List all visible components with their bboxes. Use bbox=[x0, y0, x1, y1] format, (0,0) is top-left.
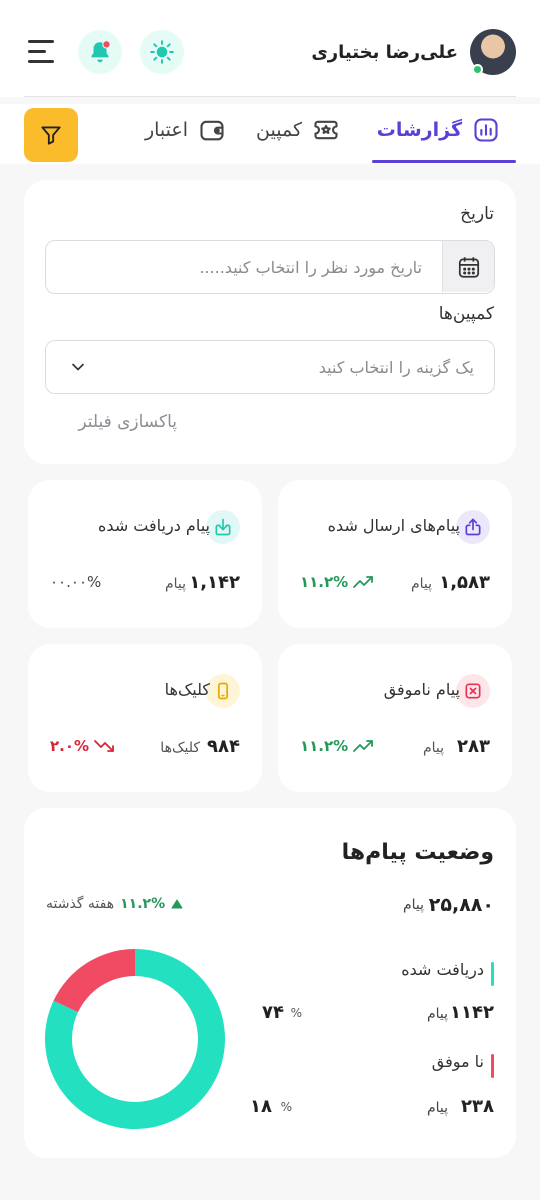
stat-card-clicks: کلیک‌ها ۹۸۴ کلیک‌ها ۲.۰% bbox=[28, 644, 262, 792]
stat-title: کلیک‌ها bbox=[164, 680, 210, 699]
stat-change-value: ۲.۰% bbox=[50, 737, 90, 755]
trend-up-icon bbox=[353, 576, 374, 588]
menu-line bbox=[28, 60, 54, 63]
stat-card-received: پیام دریافت شده ۱,۱۴۲ پیام ۰۰.۰۰% bbox=[28, 480, 262, 628]
menu-line bbox=[28, 40, 54, 43]
stat-icon-wrap bbox=[206, 510, 240, 544]
tab-label: گزارشات bbox=[376, 119, 462, 141]
stat-change-value: ۰۰.۰۰% bbox=[50, 573, 102, 591]
legend-unit: پیام bbox=[426, 1006, 448, 1022]
stat-change: ۱۱.۲% bbox=[300, 573, 376, 591]
stat-icon-wrap bbox=[456, 674, 490, 708]
legend-label: نا موفق bbox=[431, 1052, 484, 1071]
legend-color-bar bbox=[491, 1054, 494, 1078]
menu-line bbox=[28, 50, 46, 53]
download-icon bbox=[215, 518, 231, 536]
week-change: ۱۱.۲% هفته گذشته bbox=[46, 896, 183, 912]
header-divider bbox=[24, 96, 516, 97]
tab-label: کمپین bbox=[256, 119, 302, 141]
total-unit: پیام bbox=[402, 897, 424, 913]
campaign-placeholder: یک گزینه را انتخاب کنید bbox=[318, 357, 474, 377]
legend-item-failed: نا موفق bbox=[431, 1052, 494, 1078]
stat-title: پیام ناموفق bbox=[383, 680, 460, 699]
message-status-card: وضعیت پیام‌ها ۲۵,۸۸۰ پیام ۱۱.۲% هفته گذش… bbox=[24, 808, 516, 1158]
stat-change: ۲.۰% bbox=[50, 737, 117, 755]
stat-unit: پیام bbox=[164, 576, 186, 592]
wallet-icon bbox=[200, 120, 224, 141]
stat-unit: کلیک‌ها bbox=[160, 740, 200, 756]
top-bar: علی‌رضا بختیاری bbox=[0, 0, 540, 97]
stat-change-value: ۱۱.۲% bbox=[300, 737, 349, 755]
hamburger-menu-button[interactable] bbox=[28, 40, 54, 64]
total-value: ۲۵,۸۸۰ bbox=[428, 894, 494, 916]
filter-button[interactable] bbox=[24, 108, 78, 162]
stat-card-sent: پیام‌های ارسال شده ۱,۵۸۳ پیام ۱۱.۲% bbox=[278, 480, 512, 628]
bell-icon bbox=[91, 40, 111, 63]
week-change-label: هفته گذشته bbox=[46, 896, 115, 912]
date-label: تاریخ bbox=[460, 204, 494, 224]
stat-card-failed: پیام ناموفق ۲۸۳ پیام ۱۱.۲% bbox=[278, 644, 512, 792]
user-profile[interactable]: علی‌رضا بختیاری bbox=[311, 29, 516, 75]
clear-filter-button[interactable]: پاکسازی فیلتر bbox=[78, 412, 177, 432]
legend-percent: ۷۴ bbox=[262, 1002, 284, 1023]
legend-label: دریافت شده bbox=[401, 960, 484, 979]
date-placeholder: تاریخ مورد نظر را انتخاب کنید..... bbox=[199, 257, 422, 277]
trend-down-icon bbox=[94, 740, 114, 752]
stat-icon-wrap bbox=[456, 510, 490, 544]
chevron-down-icon bbox=[72, 363, 84, 371]
active-tab-indicator bbox=[372, 160, 516, 163]
stat-value: ۱,۱۴۲ bbox=[189, 572, 240, 593]
chart-icon bbox=[474, 118, 498, 142]
tab-reports[interactable]: گزارشات bbox=[377, 116, 500, 144]
donut-slice-failed bbox=[53, 949, 135, 1013]
legend-item-received: دریافت شده bbox=[401, 960, 494, 986]
sun-icon bbox=[150, 40, 174, 64]
status-donut-chart bbox=[45, 949, 225, 1129]
calendar-button[interactable] bbox=[442, 241, 494, 292]
legend-unit: پیام bbox=[426, 1100, 448, 1116]
tab-label: اعتبار bbox=[144, 119, 188, 141]
stat-change: ۰۰.۰۰% bbox=[50, 573, 101, 591]
stat-change-value: ۱۱.۲% bbox=[300, 573, 349, 591]
stat-change: ۱۱.۲% bbox=[300, 737, 376, 755]
stat-title: پیام‌های ارسال شده bbox=[327, 516, 460, 535]
stat-value: ۱,۵۸۳ bbox=[439, 572, 490, 593]
stat-value: ۲۸۳ bbox=[457, 736, 490, 757]
legend-value: ۲۳۸ bbox=[461, 1096, 494, 1117]
week-change-value: ۱۱.۲% bbox=[120, 896, 166, 912]
date-field[interactable]: تاریخ مورد نظر را انتخاب کنید..... bbox=[45, 240, 495, 294]
stat-unit: پیام bbox=[422, 740, 444, 756]
notification-button[interactable] bbox=[78, 30, 122, 74]
status-title: وضعیت پیام‌ها bbox=[341, 840, 494, 865]
tab-bar: گزارشات کمپین اعتبار bbox=[0, 104, 540, 164]
triangle-up-icon bbox=[171, 899, 183, 909]
ticket-icon bbox=[314, 120, 338, 140]
online-status-dot bbox=[472, 64, 483, 75]
legend-value: ۱۱۴۲ bbox=[450, 1002, 494, 1023]
close-square-icon bbox=[465, 683, 481, 699]
legend-percent: ۱۸ bbox=[250, 1096, 272, 1117]
campaign-label: کمپین‌ها bbox=[438, 304, 494, 324]
stat-icon-wrap bbox=[206, 674, 240, 708]
filter-icon bbox=[41, 126, 61, 145]
legend-percent-sign: % bbox=[280, 1100, 292, 1114]
calendar-icon bbox=[458, 256, 479, 278]
phone-icon bbox=[218, 682, 228, 700]
tab-credit[interactable]: اعتبار bbox=[145, 116, 226, 144]
avatar[interactable] bbox=[470, 29, 516, 75]
trend-up-icon bbox=[353, 740, 374, 752]
upload-icon bbox=[465, 518, 481, 536]
filter-card: تاریخ تاریخ مورد نظر را انتخاب کنید.....… bbox=[24, 180, 516, 464]
legend-color-bar bbox=[491, 962, 494, 986]
campaign-select[interactable]: یک گزینه را انتخاب کنید bbox=[45, 340, 495, 394]
stat-title: پیام دریافت شده bbox=[98, 516, 210, 535]
stat-value: ۹۸۴ bbox=[207, 736, 240, 757]
legend-percent-sign: % bbox=[290, 1006, 302, 1020]
tab-campaign[interactable]: کمپین bbox=[256, 116, 340, 144]
theme-toggle-button[interactable] bbox=[140, 30, 184, 74]
user-name: علی‌رضا بختیاری bbox=[311, 41, 458, 63]
stat-unit: پیام bbox=[410, 576, 432, 592]
